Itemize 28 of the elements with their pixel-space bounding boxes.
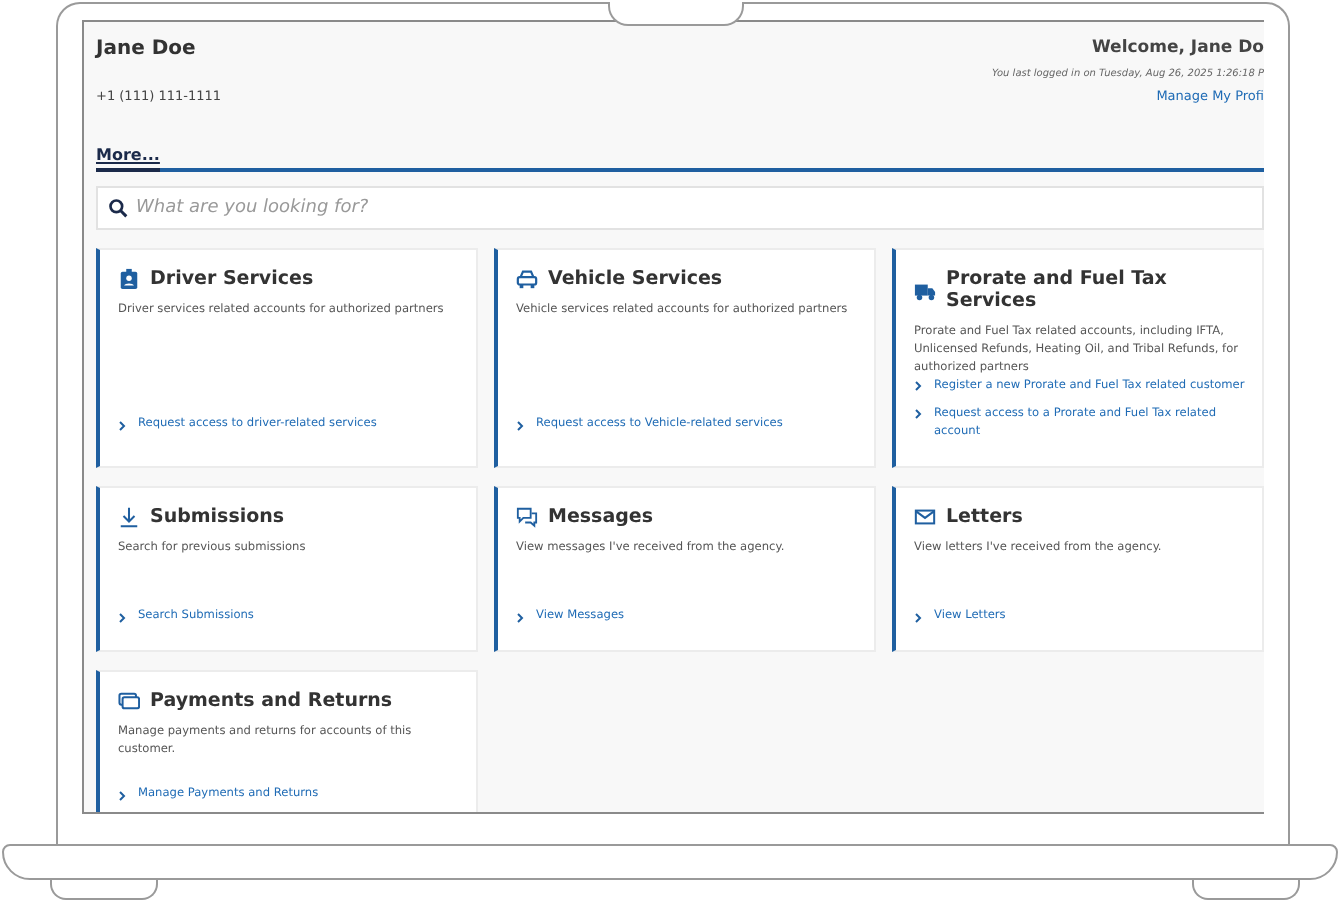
card-title: Messages [548,506,654,528]
welcome-text: Welcome, Jane Do [1091,38,1264,58]
chevron-icon [118,789,126,802]
user-name: Jane Doe [96,38,198,60]
laptop-foot [50,880,158,900]
car-icon [516,268,538,290]
download-icon [118,506,140,528]
search-field[interactable]: What are you looking for? [96,186,1264,230]
chevron-icon [914,408,922,421]
card-title: Prorate and Fuel Tax Services [946,268,1169,312]
card-title: Driver Services [150,268,314,290]
envelope-icon [914,506,936,528]
speech-bubbles-icon [516,506,538,528]
chevron-icon [516,611,524,624]
laptop-foot [1192,880,1300,900]
badge-icon [118,268,140,290]
card-title: Payments and Returns [150,690,393,712]
chevron-icon [914,611,922,624]
card-title: Submissions [150,506,285,528]
chevron-icon [516,419,524,432]
card-title: Vehicle Services [548,268,723,290]
chevron-icon [118,611,126,624]
card-title: Letters [946,506,1023,528]
truck-icon [914,279,936,301]
more-tab[interactable]: More... [96,146,160,172]
stacked-cards-icon [118,690,140,712]
chevron-icon [118,419,126,432]
chevron-icon [914,380,922,393]
